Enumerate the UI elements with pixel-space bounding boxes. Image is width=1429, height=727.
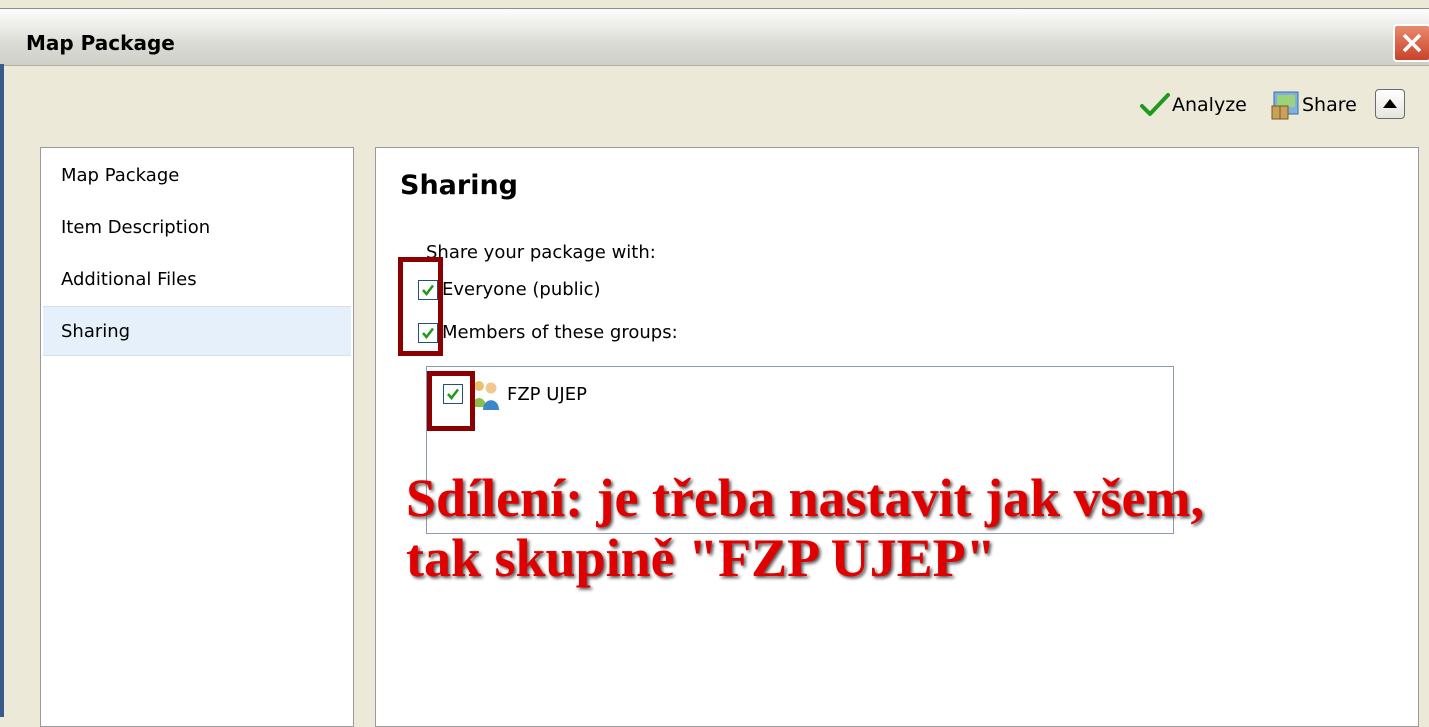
annotation-text: Sdílení: je třeba nastavit jak všem, tak… — [406, 468, 1204, 588]
share-button[interactable]: Share — [1270, 85, 1357, 125]
sidebar-item-sharing[interactable]: Sharing — [43, 306, 351, 356]
page-title: Sharing — [400, 170, 519, 201]
sidebar-item-item-description[interactable]: Item Description — [43, 202, 351, 252]
title-bar[interactable]: Map Package — [0, 8, 1429, 66]
group-label: FZP UJEP — [507, 383, 587, 405]
close-icon — [1402, 33, 1422, 53]
share-package-icon — [1271, 91, 1299, 120]
analyze-button[interactable]: Analyze — [1138, 85, 1247, 125]
highlight-box — [427, 371, 475, 431]
collapse-button[interactable] — [1375, 89, 1405, 119]
annotation-line-1: Sdílení: je třeba nastavit jak všem, — [406, 468, 1204, 528]
annotation-line-2: tak skupině "FZP UJEP" — [406, 528, 996, 588]
sharing-panel: Sharing Share your package with: Everyon… — [375, 147, 1419, 727]
close-button[interactable] — [1393, 24, 1429, 62]
share-with-label: Share your package with: — [426, 242, 656, 263]
map-package-window: Map Package Analyze Share Map Package It… — [0, 0, 1429, 727]
sidebar-item-map-package[interactable]: Map Package — [43, 150, 351, 200]
everyone-label: Everyone (public) — [442, 279, 601, 300]
share-label: Share — [1302, 94, 1357, 116]
groups-label: Members of these groups: — [442, 322, 678, 343]
everyone-option: Everyone (public) — [418, 279, 601, 300]
window-left-border — [0, 64, 4, 717]
checkmark-icon — [1140, 93, 1170, 116]
toolbar: Analyze Share — [0, 85, 1429, 127]
sidebar-item-additional-files[interactable]: Additional Files — [43, 254, 351, 304]
window-title: Map Package — [26, 31, 175, 55]
sidebar-nav: Map Package Item Description Additional … — [40, 147, 354, 727]
highlight-box — [398, 257, 443, 356]
triangle-up-icon — [1383, 99, 1397, 108]
analyze-label: Analyze — [1172, 94, 1247, 116]
groups-option: Members of these groups: — [418, 322, 678, 343]
